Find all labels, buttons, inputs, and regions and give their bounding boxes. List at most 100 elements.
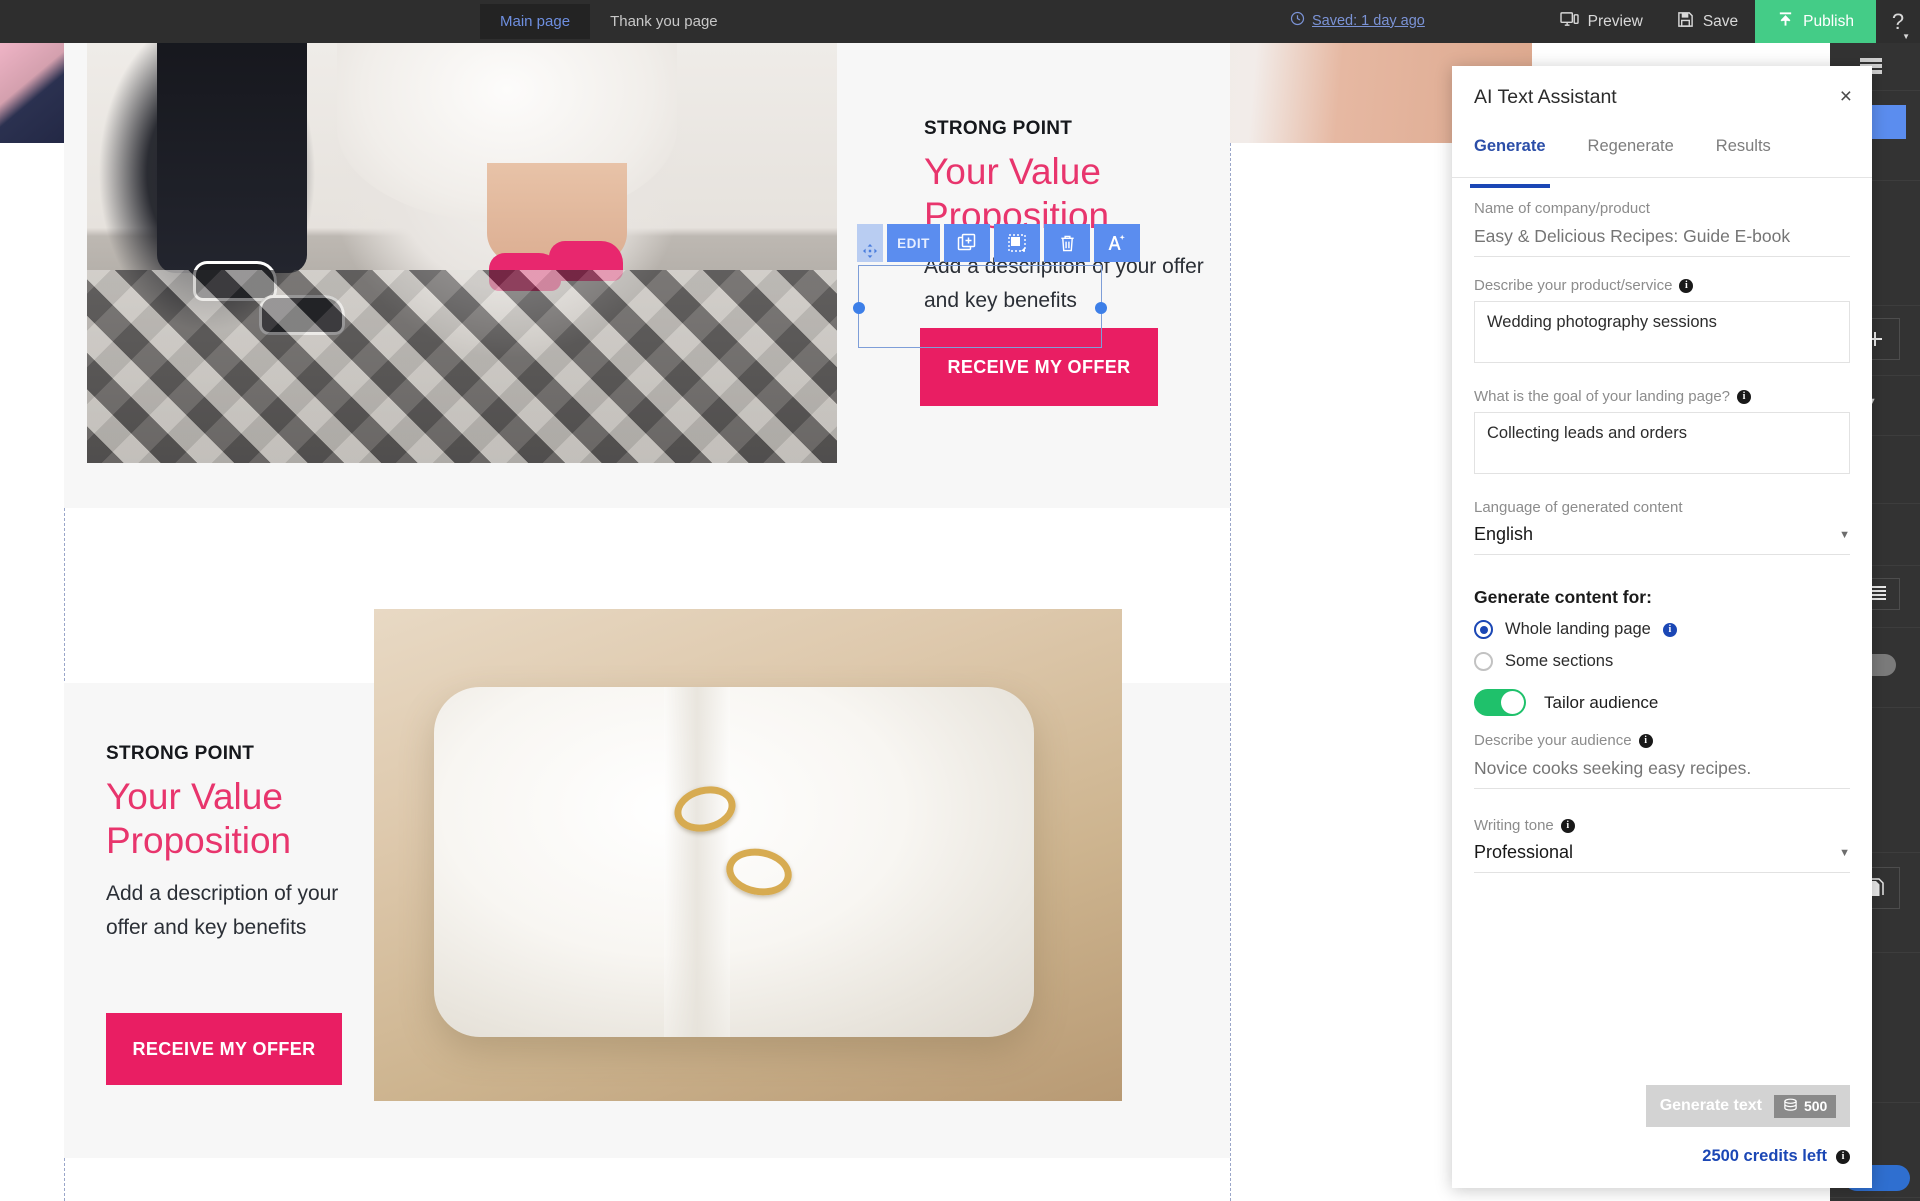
landing-goal-textarea[interactable] (1474, 412, 1850, 474)
section2-cta-button[interactable]: RECEIVE MY OFFER (106, 1013, 342, 1085)
ai-text-assistant-panel[interactable]: AI Text Assistant × Generate Regenerate … (1452, 66, 1872, 1188)
page-tabs: Main page Thank you page (480, 4, 738, 39)
field-company-name: Name of company/product (1474, 200, 1850, 257)
saved-status-label: Saved: 1 day ago (1312, 12, 1425, 29)
audience-description-input[interactable] (1474, 756, 1850, 789)
preview-label: Preview (1587, 12, 1643, 30)
trash-icon[interactable] (1044, 224, 1090, 262)
writing-tone-label: Writing tone i (1474, 817, 1850, 834)
radio-indicator (1474, 620, 1493, 639)
info-icon[interactable]: i (1662, 622, 1677, 637)
duplicate-icon[interactable] (944, 224, 990, 262)
floppy-disk-icon (1677, 11, 1694, 33)
selected-text-block[interactable] (853, 265, 1107, 348)
credit-cost-chip: 500 (1773, 1094, 1837, 1118)
radio-whole-landing-page-label: Whole landing page (1505, 620, 1651, 638)
ai-panel-title: AI Text Assistant (1474, 86, 1617, 108)
ai-panel-form: Name of company/product Describe your pr… (1452, 178, 1872, 1085)
radio-some-sections[interactable]: Some sections (1474, 652, 1850, 671)
edit-button[interactable]: EDIT (887, 224, 940, 262)
audience-description-label-text: Describe your audience (1474, 732, 1632, 749)
resize-handle-right[interactable] (1095, 302, 1107, 314)
credit-cost-value: 500 (1803, 1098, 1828, 1114)
ai-panel-tabs: Generate Regenerate Results (1452, 134, 1872, 188)
radio-whole-landing-page[interactable]: Whole landing page i (1474, 620, 1850, 639)
language-value: English (1474, 524, 1534, 544)
publish-button[interactable]: Publish (1755, 0, 1876, 43)
tailor-audience-toggle-row[interactable]: Tailor audience (1474, 689, 1850, 716)
product-description-label-text: Describe your product/service (1474, 277, 1673, 294)
saved-status[interactable]: Saved: 1 day ago (1290, 11, 1425, 30)
canvas-guide-right (1230, 43, 1231, 1201)
resize-icon[interactable] (994, 224, 1040, 262)
tab-generate[interactable]: Generate (1470, 134, 1550, 188)
field-language: Language of generated content English ▼ (1474, 499, 1850, 555)
section2-eyebrow[interactable]: STRONG POINT (106, 743, 366, 765)
field-landing-goal: What is the goal of your landing page? i (1474, 388, 1850, 479)
move-handle-icon[interactable] (857, 224, 883, 262)
upload-arrow-icon (1777, 10, 1794, 33)
tab-thank-you-page[interactable]: Thank you page (590, 4, 738, 39)
ai-panel-header: AI Text Assistant × (1452, 66, 1872, 134)
preview-button[interactable]: Preview (1543, 0, 1660, 43)
section2-text-column: STRONG POINT Your Value Proposition Add … (106, 743, 366, 945)
help-question-icon: ? (1891, 8, 1905, 34)
radio-some-sections-label: Some sections (1505, 652, 1614, 670)
language-label: Language of generated content (1474, 499, 1683, 516)
save-button[interactable]: Save (1660, 0, 1755, 43)
writing-tone-select[interactable]: Professional ▼ (1474, 841, 1850, 873)
close-icon[interactable]: × (1840, 86, 1852, 107)
tailor-audience-label: Tailor audience (1544, 692, 1659, 712)
element-edit-toolbar[interactable]: EDIT (857, 224, 1140, 262)
section2-image-rings-pillow[interactable] (374, 609, 1122, 1101)
help-button[interactable]: ? ▼ (1876, 0, 1920, 43)
section2-body-text[interactable]: Add a description of your offer and key … (106, 877, 366, 945)
writing-tone-value: Professional (1474, 842, 1574, 862)
company-name-input[interactable] (1474, 224, 1850, 257)
hero-image-couple-shoes[interactable] (87, 43, 837, 463)
top-strip-image-left (0, 43, 64, 143)
credits-coin-icon (1783, 1098, 1798, 1115)
info-icon[interactable]: i (1836, 1149, 1850, 1164)
credits-left-label: 2500 credits left (1702, 1147, 1827, 1165)
landing-goal-label-text: What is the goal of your landing page? (1474, 388, 1731, 405)
audience-description-label: Describe your audience i (1474, 732, 1850, 749)
tab-results[interactable]: Results (1716, 134, 1771, 177)
info-icon[interactable]: i (1679, 278, 1694, 293)
generate-for-label: Generate content for: (1474, 587, 1652, 607)
toggle-switch[interactable] (1474, 689, 1526, 716)
chevron-down-icon: ▼ (1839, 846, 1850, 859)
section2-headline[interactable]: Your Value Proposition (106, 775, 366, 863)
company-name-label: Name of company/product (1474, 200, 1650, 217)
tab-regenerate[interactable]: Regenerate (1588, 134, 1674, 177)
value-proposition-section[interactable]: STRONG POINT Your Value Proposition Add … (64, 609, 1230, 1158)
top-toolbar: Main page Thank you page Saved: 1 day ag… (0, 0, 1920, 43)
monitor-icon (1559, 11, 1579, 33)
tab-main-page[interactable]: Main page (480, 4, 591, 39)
hero-eyebrow[interactable]: STRONG POINT (924, 118, 1204, 140)
product-description-textarea[interactable] (1474, 301, 1850, 363)
info-icon[interactable]: i (1638, 733, 1653, 748)
radio-indicator (1474, 652, 1493, 671)
publish-label: Publish (1803, 12, 1854, 30)
chevron-down-icon: ▼ (1902, 32, 1910, 41)
field-audience-description: Describe your audience i (1474, 732, 1850, 789)
clock-icon (1290, 11, 1305, 30)
field-product-description: Describe your product/service i (1474, 277, 1850, 368)
product-description-label: Describe your product/service i (1474, 277, 1850, 294)
ai-panel-footer: Generate text 500 2500 credits left i (1452, 1085, 1872, 1188)
chevron-down-icon: ▼ (1839, 528, 1850, 541)
field-writing-tone: Writing tone i Professional ▼ (1474, 817, 1850, 873)
ai-magic-text-icon[interactable] (1094, 224, 1140, 262)
credits-left-row[interactable]: 2500 credits left i (1474, 1147, 1850, 1166)
generate-text-button[interactable]: Generate text 500 (1646, 1085, 1850, 1127)
save-label: Save (1702, 12, 1739, 30)
resize-handle-left[interactable] (853, 302, 865, 314)
generate-text-label: Generate text (1659, 1097, 1762, 1114)
landing-goal-label: What is the goal of your landing page? i (1474, 388, 1850, 405)
info-icon[interactable]: i (1737, 389, 1752, 404)
writing-tone-label-text: Writing tone (1474, 817, 1554, 834)
topbar-actions: Preview Save Publish ? ▼ (1543, 0, 1920, 43)
info-icon[interactable]: i (1560, 818, 1575, 833)
language-select[interactable]: English ▼ (1474, 523, 1850, 555)
